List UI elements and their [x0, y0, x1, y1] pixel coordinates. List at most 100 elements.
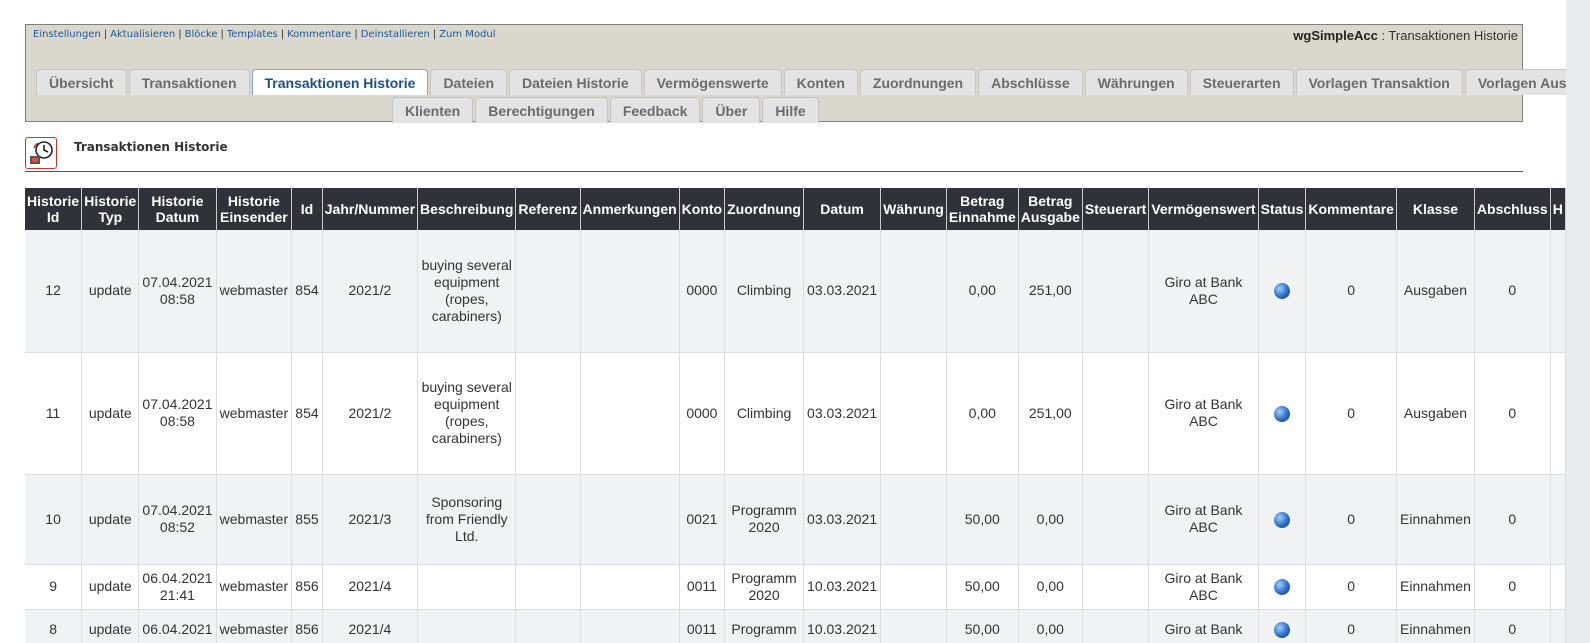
column-header[interactable]: Datum	[803, 188, 882, 230]
section-title: Transaktionen Historie	[74, 140, 228, 154]
cell-income: 50,00	[946, 564, 1019, 610]
column-header[interactable]: Klasse	[1396, 188, 1475, 230]
cell-overflow	[1550, 352, 1566, 475]
tab-zuordnungen[interactable]: Zuordnungen	[859, 69, 977, 95]
column-header[interactable]: Anmerkungen	[580, 188, 680, 230]
cell-hist-date: 07.04.2021 08:58	[138, 352, 217, 475]
column-header[interactable]: Steuerart	[1082, 188, 1150, 230]
cell-tax	[1082, 230, 1150, 353]
cell-class: Ausgaben	[1396, 230, 1475, 353]
cell-hist-id: 8	[25, 609, 83, 643]
column-header[interactable]: Historie Datum	[138, 188, 217, 230]
column-header[interactable]: Status	[1258, 188, 1307, 230]
tab-dateien-historie[interactable]: Dateien Historie	[509, 69, 642, 95]
cell-year-num: 2021/4	[322, 564, 419, 610]
status-cell	[1258, 352, 1307, 475]
column-header[interactable]: Zuordnung	[724, 188, 804, 230]
column-header[interactable]: Betrag Einnahme	[946, 188, 1019, 230]
tab-klienten[interactable]: Klienten	[392, 97, 474, 123]
cell-hist-date: 06.04.2021 21:41	[138, 564, 217, 610]
globe-icon[interactable]	[1273, 283, 1290, 300]
cell-overflow	[1550, 609, 1566, 643]
column-header[interactable]: Historie Einsender	[216, 188, 293, 230]
column-header[interactable]: Referenz	[515, 188, 581, 230]
status-cell	[1258, 609, 1307, 643]
status-cell	[1258, 564, 1307, 610]
tab-transaktionen-historie[interactable]: Transaktionen Historie	[251, 69, 429, 95]
cell-date: 03.03.2021	[803, 474, 882, 565]
tab-über[interactable]: Über	[702, 97, 761, 123]
tab-vorlagen-transaktion[interactable]: Vorlagen Transaktion	[1295, 69, 1463, 95]
globe-icon[interactable]	[1273, 511, 1290, 528]
link-bloecke[interactable]: Blöcke	[185, 29, 218, 40]
tab-vermögenswerte[interactable]: Vermögenswerte	[643, 69, 782, 95]
cell-closing: 0	[1474, 352, 1551, 475]
page-scroll-area[interactable]	[1566, 0, 1590, 643]
cell-id: 854	[291, 230, 323, 353]
cell-income: 0,00	[946, 230, 1019, 353]
column-header[interactable]: Id	[291, 188, 323, 230]
table-row[interactable]: 10 update 07.04.2021 08:52 webmaster 855 2021…	[25, 474, 1566, 565]
tab-transaktionen[interactable]: Transaktionen	[128, 69, 250, 95]
column-header[interactable]: Beschreibung	[417, 188, 517, 230]
cell-hist-id: 9	[25, 564, 83, 610]
cell-account: 0021	[679, 474, 726, 565]
history-table: Historie Id Historie Typ Historie Datum His…	[25, 188, 1566, 643]
tab-steuerarten[interactable]: Steuerarten	[1189, 69, 1294, 95]
cell-account: 0011	[679, 564, 726, 610]
tab-übersicht[interactable]: Übersicht	[36, 69, 127, 95]
link-templates[interactable]: Templates	[227, 29, 278, 40]
cell-hist-type: update	[81, 474, 140, 565]
globe-icon[interactable]	[1273, 405, 1290, 422]
column-header[interactable]: Konto	[679, 188, 726, 230]
table-row[interactable]: 8 update 06.04.2021 webmaster 856 2021/4 0011 P…	[25, 609, 1566, 643]
table-row[interactable]: 12 update 07.04.2021 08:58 webmaster 854 2021…	[25, 230, 1566, 353]
tab-bar-row-2: Klienten Berechtigungen Feedback Über Hilfe	[392, 97, 821, 123]
cell-tax	[1082, 352, 1150, 475]
cell-currency	[880, 609, 947, 643]
globe-icon[interactable]	[1273, 621, 1290, 638]
link-einstellungen[interactable]: Einstellungen	[33, 29, 101, 40]
table-row[interactable]: 9 update 06.04.2021 21:41 webmaster 856 2021/…	[25, 564, 1566, 610]
tab-abschlüsse[interactable]: Abschlüsse	[978, 69, 1083, 95]
cell-tax	[1082, 609, 1150, 643]
tab-berechtigungen[interactable]: Berechtigungen	[475, 97, 608, 123]
cell-closing: 0	[1474, 609, 1551, 643]
column-header[interactable]: Vermögenswert	[1148, 188, 1259, 230]
cell-comments: 0	[1305, 474, 1397, 565]
cell-date: 10.03.2021	[803, 564, 882, 610]
tab-währungen[interactable]: Währungen	[1084, 69, 1188, 95]
cell-hist-id: 11	[25, 352, 83, 475]
link-kommentare[interactable]: Kommentare	[287, 29, 351, 40]
cell-closing: 0	[1474, 230, 1551, 353]
column-header[interactable]: Abschluss	[1474, 188, 1551, 230]
tab-feedback[interactable]: Feedback	[609, 97, 701, 123]
cell-hist-date: 06.04.2021	[138, 609, 217, 643]
column-header[interactable]: Jahr/Nummer	[322, 188, 419, 230]
column-header[interactable]: Betrag Ausgabe	[1018, 188, 1083, 230]
cell-date: 03.03.2021	[803, 352, 882, 475]
cell-notes	[580, 474, 680, 565]
link-aktualisieren[interactable]: Aktualisieren	[110, 29, 175, 40]
column-header[interactable]: Kommentare	[1305, 188, 1397, 230]
cell-asset: Giro at Bank ABC	[1148, 352, 1259, 475]
globe-icon[interactable]	[1273, 579, 1290, 596]
tab-konten[interactable]: Konten	[783, 69, 858, 95]
tab-vorlagen-ausgabe[interactable]: Vorlagen Ausgabe	[1464, 69, 1566, 95]
cell-currency	[880, 230, 947, 353]
tab-hilfe[interactable]: Hilfe	[762, 97, 819, 123]
tab-dateien[interactable]: Dateien	[430, 69, 508, 95]
column-header[interactable]: Währung	[880, 188, 947, 230]
cell-desc: buying several equipment (ropes, carabin…	[417, 352, 517, 475]
table-row[interactable]: 11 update 07.04.2021 08:58 webmaster 854 2021…	[25, 352, 1566, 475]
cell-expense: 0,00	[1018, 474, 1083, 565]
column-header[interactable]: Historie Typ	[81, 188, 140, 230]
cell-expense: 0,00	[1018, 609, 1083, 643]
column-header[interactable]: H	[1550, 188, 1566, 230]
column-header[interactable]: Historie Id	[25, 188, 83, 230]
link-deinstallieren[interactable]: Deinstallieren	[361, 29, 430, 40]
cell-overflow	[1550, 230, 1566, 353]
history-clock-icon	[25, 137, 57, 169]
link-zum-modul[interactable]: Zum Modul	[439, 29, 495, 40]
section-header: Transaktionen Historie	[25, 135, 1523, 172]
